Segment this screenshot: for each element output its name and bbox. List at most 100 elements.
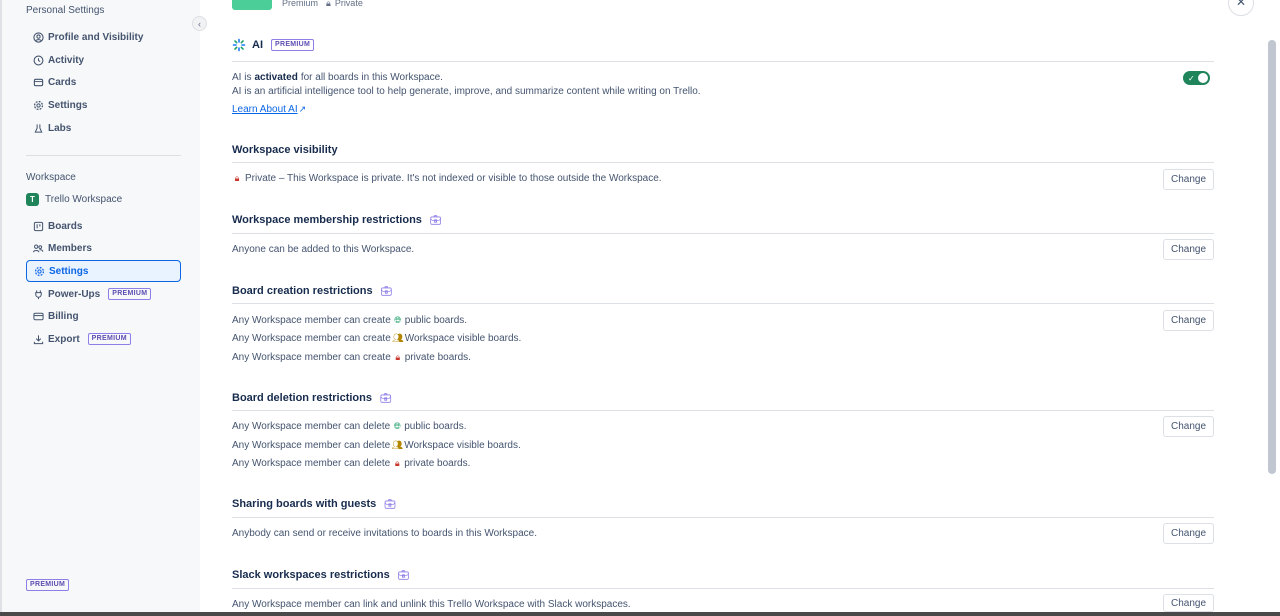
- workspace-switcher[interactable]: T Trello Workspace: [26, 193, 122, 206]
- sidebar-item-personal-settings[interactable]: Settings: [26, 94, 181, 116]
- sidebar-item-members[interactable]: Members: [26, 237, 181, 259]
- workspace-people-icon: 👥︎: [391, 440, 403, 450]
- ai-section-title: AI PREMIUM: [232, 38, 315, 52]
- sidebar-item-label: Boards: [48, 220, 83, 232]
- line-suffix: Workspace visible boards.: [404, 440, 521, 451]
- sidebar-item-workspace-settings[interactable]: Settings: [26, 260, 181, 282]
- line-prefix: Any Workspace member can create: [232, 333, 391, 344]
- deletion-title: Board deletion restrictions: [232, 392, 372, 404]
- sidebar-item-label: Power-Ups: [48, 288, 101, 300]
- flask-icon: [32, 122, 44, 134]
- gear-icon: [33, 265, 45, 277]
- sidebar-item-label: Settings: [49, 265, 89, 277]
- premium-badge-bottom: PREMIUM: [26, 578, 70, 591]
- sidebar-item-label: Members: [48, 242, 92, 254]
- line-prefix: Any Workspace member can delete: [232, 440, 391, 451]
- membership-text: Anyone can be added to this Workspace.: [232, 244, 415, 255]
- ai-description: AI is an artificial intelligence tool to…: [232, 86, 701, 97]
- change-membership-button[interactable]: Change: [1163, 239, 1214, 260]
- workspace-people-icon: 👥︎: [392, 333, 404, 343]
- history-icon: [32, 54, 44, 66]
- cards-icon: [32, 76, 44, 88]
- workspace-heading: Workspace: [26, 172, 76, 183]
- sidebar-item-label: Billing: [48, 310, 79, 322]
- lock-icon: 🔒︎: [234, 173, 240, 183]
- change-creation-button[interactable]: Change: [1163, 310, 1214, 331]
- premium-briefcase-icon: 💼︎: [429, 214, 442, 225]
- line-prefix: Any Workspace member can delete: [232, 458, 391, 469]
- scrollbar-thumb[interactable]: [1268, 40, 1276, 474]
- slack-text: Any Workspace member can link and unlink…: [232, 599, 631, 610]
- line-suffix: private boards.: [404, 352, 471, 363]
- section-divider: [232, 162, 1214, 163]
- change-slack-button[interactable]: Change: [1163, 594, 1214, 612]
- sidebar-item-billing[interactable]: Billing: [26, 305, 181, 327]
- close-button[interactable]: ✕: [1228, 0, 1254, 16]
- line-suffix: public boards.: [404, 315, 468, 326]
- guests-section-title: Sharing boards with guests 💼︎: [232, 498, 396, 510]
- visibility-text: Private – This Workspace is private. It'…: [245, 173, 662, 184]
- creation-section-title: Board creation restrictions 💼︎: [232, 285, 392, 297]
- sidebar-divider: [26, 155, 181, 156]
- lock-icon: 🔒︎: [326, 0, 331, 8]
- collapse-sidebar-button[interactable]: ‹: [192, 16, 207, 31]
- globe-icon: 🌐︎: [394, 315, 402, 325]
- creation-workspace-line: Any Workspace member can create 👥︎ Works…: [232, 333, 521, 344]
- creation-public-line: Any Workspace member can create 🌐︎ publi…: [232, 315, 467, 326]
- workspace-name: Trello Workspace: [45, 194, 123, 205]
- premium-badge: PREMIUM: [271, 39, 315, 51]
- sidebar-item-label: Profile and Visibility: [48, 31, 144, 43]
- window-bottom-edge: [0, 612, 1280, 616]
- learn-about-ai-link[interactable]: Learn About AI ↗: [232, 104, 306, 115]
- line-suffix: private boards.: [404, 458, 471, 469]
- section-divider: [232, 410, 1214, 411]
- line-prefix: Any Workspace member can delete: [232, 421, 391, 432]
- change-guests-button[interactable]: Change: [1163, 523, 1214, 544]
- workspace-header-strip: Premium 🔒︎ Private: [232, 0, 363, 10]
- slack-title: Slack workspaces restrictions: [232, 569, 390, 581]
- slack-section-title: Slack workspaces restrictions 💼︎: [232, 569, 409, 581]
- visibility-label: Private: [334, 0, 363, 8]
- membership-title: Workspace membership restrictions: [232, 214, 422, 226]
- sidebar-item-boards[interactable]: Boards: [26, 215, 181, 237]
- ai-title: AI: [252, 39, 263, 51]
- ai-toggle[interactable]: ✓: [1183, 71, 1210, 85]
- change-visibility-button[interactable]: Change: [1163, 169, 1214, 190]
- sidebar: Personal Settings Profile and Visibility…: [0, 0, 200, 616]
- guests-title: Sharing boards with guests: [232, 498, 377, 510]
- visibility-section-title: Workspace visibility: [232, 144, 338, 156]
- learn-about-ai-label: Learn About AI: [232, 104, 298, 115]
- guests-text: Anybody can send or receive invitations …: [232, 528, 537, 539]
- sidebar-item-label: Settings: [48, 99, 88, 111]
- sidebar-item-labs[interactable]: Labs: [26, 117, 181, 139]
- workspace-avatar: T: [26, 193, 39, 206]
- ai-status-line: AI is activated for all boards in this W…: [232, 72, 443, 83]
- chevron-left-icon: ‹: [198, 18, 201, 29]
- creation-title: Board creation restrictions: [232, 285, 373, 297]
- section-divider: [232, 303, 1214, 304]
- check-icon: ✓: [1188, 73, 1195, 83]
- gear-icon: [32, 99, 44, 111]
- lock-icon: 🔒︎: [395, 352, 401, 362]
- sidebar-item-label: Activity: [48, 54, 85, 66]
- sidebar-item-cards[interactable]: Cards: [26, 71, 181, 93]
- section-divider: [232, 61, 1214, 62]
- change-deletion-button[interactable]: Change: [1163, 416, 1214, 437]
- line-prefix: Any Workspace member can create: [232, 352, 391, 363]
- close-icon: ✕: [1235, 0, 1247, 9]
- lock-icon: 🔒︎: [394, 458, 400, 468]
- sidebar-item-label: Labs: [48, 122, 72, 134]
- sidebar-item-activity[interactable]: Activity: [26, 49, 181, 71]
- premium-badge: PREMIUM: [87, 333, 131, 345]
- boards-icon: [32, 220, 44, 232]
- deletion-workspace-line: Any Workspace member can delete 👥︎ Works…: [232, 440, 521, 451]
- sidebar-item-export[interactable]: Export PREMIUM: [26, 328, 181, 350]
- sidebar-item-profile[interactable]: Profile and Visibility: [26, 26, 181, 48]
- premium-briefcase-icon: 💼︎: [379, 392, 392, 403]
- sidebar-item-power-ups[interactable]: Power-Ups PREMIUM: [26, 283, 181, 305]
- visibility-status: 🔒︎ Private – This Workspace is private. …: [232, 173, 662, 184]
- toggle-knob: [1198, 73, 1208, 83]
- premium-badge: PREMIUM: [108, 288, 152, 300]
- section-divider: [232, 517, 1214, 518]
- premium-briefcase-icon: 💼︎: [380, 285, 393, 296]
